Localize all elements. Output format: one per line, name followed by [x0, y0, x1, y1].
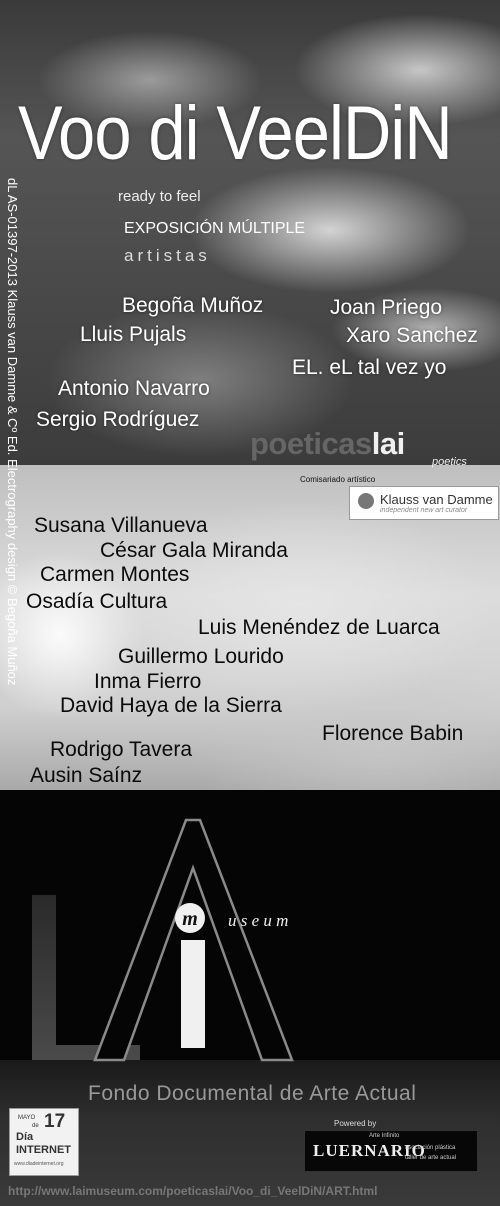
- luernario-logo: Arte Infinito LUERNARIO asociación plást…: [304, 1130, 478, 1172]
- artist-name: Begoña Muñoz: [122, 294, 264, 317]
- poetics-subtitle: poetics: [432, 456, 467, 468]
- museum-word: u s e u m: [228, 911, 288, 930]
- fondo-documental-text: Fondo Documental de Arte Actual: [88, 1082, 417, 1105]
- badge-de: de: [32, 1123, 39, 1129]
- artist-name: Carmen Montes: [40, 563, 190, 586]
- tagline: ready to feel: [118, 188, 201, 205]
- poeticaslai-logo: poeticaslai: [250, 426, 405, 462]
- vertical-credit-text: dL AS-01397-2013 Klauss van Damme & Cº E…: [5, 178, 20, 686]
- artist-name: Guillermo Lourido: [118, 645, 284, 668]
- lai-museum-logo: m u s e u m: [32, 818, 294, 1062]
- vertical-credit: dL AS-01397-2013 Klauss van Damme & Cº E…: [2, 178, 24, 793]
- museum-m-letter: m: [182, 908, 198, 930]
- artist-name: Joan Priego: [330, 296, 443, 319]
- artist-name: Luis Menéndez de Luarca: [198, 616, 440, 639]
- artist-name: Xaro Sanchez: [346, 324, 478, 347]
- artist-name: EL. eL tal vez yo: [292, 356, 447, 379]
- artist-name: Antonio Navarro: [58, 377, 210, 400]
- artist-name: Sergio Rodríguez: [36, 408, 200, 431]
- badge-month: MAYO: [18, 1115, 36, 1121]
- badge-day-number: 17: [44, 1111, 66, 1132]
- curator-label: Comisariado artístico: [300, 475, 376, 484]
- luernario-sub2: taller de arte actual: [405, 1155, 457, 1161]
- klauss-van-damme-logo: Klauss van Damme independent new art cur…: [349, 486, 499, 520]
- klauss-name: Klauss van Damme: [380, 492, 493, 507]
- powered-by-label: Powered by: [334, 1119, 377, 1128]
- artist-name: Ausin Saínz: [30, 764, 143, 787]
- artist-name: Lluis Pujals: [80, 323, 187, 346]
- artist-name: Osadía Cultura: [26, 590, 168, 613]
- letter-i-shape: [181, 940, 205, 1048]
- exhibition-poster: Voo di VeelDiN ready to feel EXPOSICIÓN …: [0, 0, 500, 1206]
- artist-name: Florence Babin: [322, 722, 464, 745]
- artists-label: artistas: [124, 246, 211, 265]
- poeticas-text: poeticas: [250, 426, 372, 461]
- luernario-sub1: asociación plástica: [405, 1145, 456, 1151]
- exhibition-url-link[interactable]: http://www.laimuseum.com/poeticaslai/Voo…: [8, 1184, 377, 1198]
- lai-text: lai: [371, 426, 405, 461]
- artist-name: Susana Villanueva: [34, 514, 208, 537]
- luernario-top-text: Arte Infinito: [369, 1133, 400, 1139]
- exhibition-title: Voo di VeelDiN: [18, 91, 453, 176]
- klauss-subtitle: independent new art curator: [380, 507, 468, 514]
- exhibition-subtitle: EXPOSICIÓN MÚLTIPLE: [124, 220, 306, 237]
- artist-name: David Haya de la Sierra: [60, 694, 282, 717]
- badge-internet: INTERNET: [16, 1144, 71, 1156]
- dia-de-internet-badge: MAYO de 17 Día INTERNET www.diadeinterne…: [9, 1108, 79, 1176]
- badge-url: www.diadeinternet.org: [14, 1161, 64, 1167]
- badge-dia: Día: [16, 1131, 34, 1143]
- artist-name: Inma Fierro: [94, 670, 202, 693]
- klauss-circle-icon: [358, 493, 374, 509]
- artist-name: César Gala Miranda: [100, 539, 288, 562]
- artist-name: Rodrigo Tavera: [50, 738, 193, 761]
